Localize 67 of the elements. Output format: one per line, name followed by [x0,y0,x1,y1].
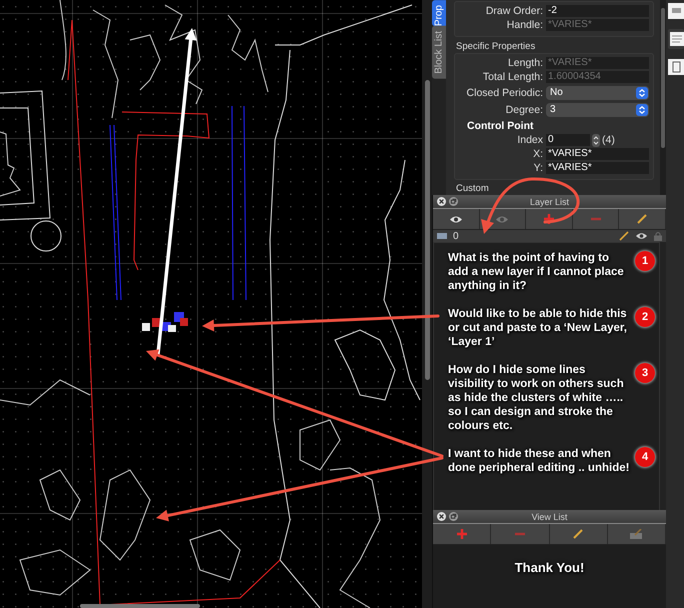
field-label: Closed Periodic: [466,86,543,98]
annotation-text: I want to hide these and when done peripheral editing .. unhide! [448,447,630,475]
index-field[interactable]: 0 [546,134,590,146]
close-button[interactable] [437,512,446,521]
annotation-text: Would like to be able to hide this or cut and paste to a ‘New Layer, ‘Layer 1’ [448,307,628,349]
field-label: Degree: [504,104,543,116]
field-label: Y: [532,162,543,174]
close-button[interactable] [437,197,446,206]
chevron-icon [636,86,648,98]
number-badge: 1 [635,251,655,271]
close-icon [437,512,446,521]
pencil-icon [637,214,648,224]
dropdown[interactable]: No [546,86,649,100]
vertical-scrollbar[interactable] [661,8,665,148]
plus-icon [544,214,554,224]
text-field[interactable]: -2 [546,5,649,17]
pencil-icon [619,231,629,241]
color-swatch [437,233,447,239]
clipboard-icon [668,59,684,75]
number-badge: 4 [635,447,655,467]
subsection-heading: Control Point [467,120,534,132]
lock-icon [654,231,662,241]
close-icon [437,197,446,206]
panel-title: View List [530,512,568,522]
pencil-box-icon [630,529,642,539]
chevron-icon [636,104,648,116]
minus-icon [590,217,601,221]
pencil-icon [573,529,584,539]
field-label: Length: [506,57,543,69]
text-field[interactable]: *VARIES* [546,162,649,174]
document-icon [668,29,684,49]
thank-you-text: Thank You! [514,560,584,575]
toolbar-button[interactable] [433,209,480,229]
stepper[interactable] [592,134,600,146]
field-label: Handle: [506,19,543,31]
document-icon [668,3,684,19]
layer-name: 0 [453,230,459,242]
stepper-icon [592,134,600,146]
eye-icon [495,214,510,224]
field-label: Total Length: [482,71,543,83]
toolbar-button[interactable] [619,209,666,229]
vertical-tab[interactable]: Block List [432,26,446,79]
vertical-tab[interactable]: Prop [432,0,446,26]
annotation-text: What is the point of having to add a new layer if I cannot place anything in it? [448,251,625,293]
restore-button[interactable] [449,512,458,521]
number-badge: 3 [635,363,655,383]
minus-icon [514,532,525,536]
panel-title: Layer List [528,196,570,206]
layer-row[interactable]: 0 [433,230,666,242]
dropdown[interactable]: 3 [546,102,649,116]
restore-icon [449,197,458,206]
annotation-text: How do I hide some lines visibility to work on others such as hide the clusters of white ….. so I can design and stroke the colours etc. [448,363,625,433]
field-label: X: [532,148,543,160]
number-badge: 2 [635,307,655,327]
restore-button[interactable] [449,197,458,206]
restore-icon [449,512,458,521]
text-field[interactable]: *VARIES* [546,148,649,160]
eye-icon [635,232,648,240]
section-heading: Custom [456,183,490,194]
horizontal-scrollbar[interactable] [80,604,200,608]
count-label: (4) [602,134,615,146]
vertical-scrollbar[interactable] [425,80,430,380]
field-label: Index [516,134,543,146]
section-heading: Specific Properties [456,41,536,52]
field-label: Draw Order: [484,5,543,17]
plus-icon [456,529,467,539]
eye-icon [448,214,463,224]
